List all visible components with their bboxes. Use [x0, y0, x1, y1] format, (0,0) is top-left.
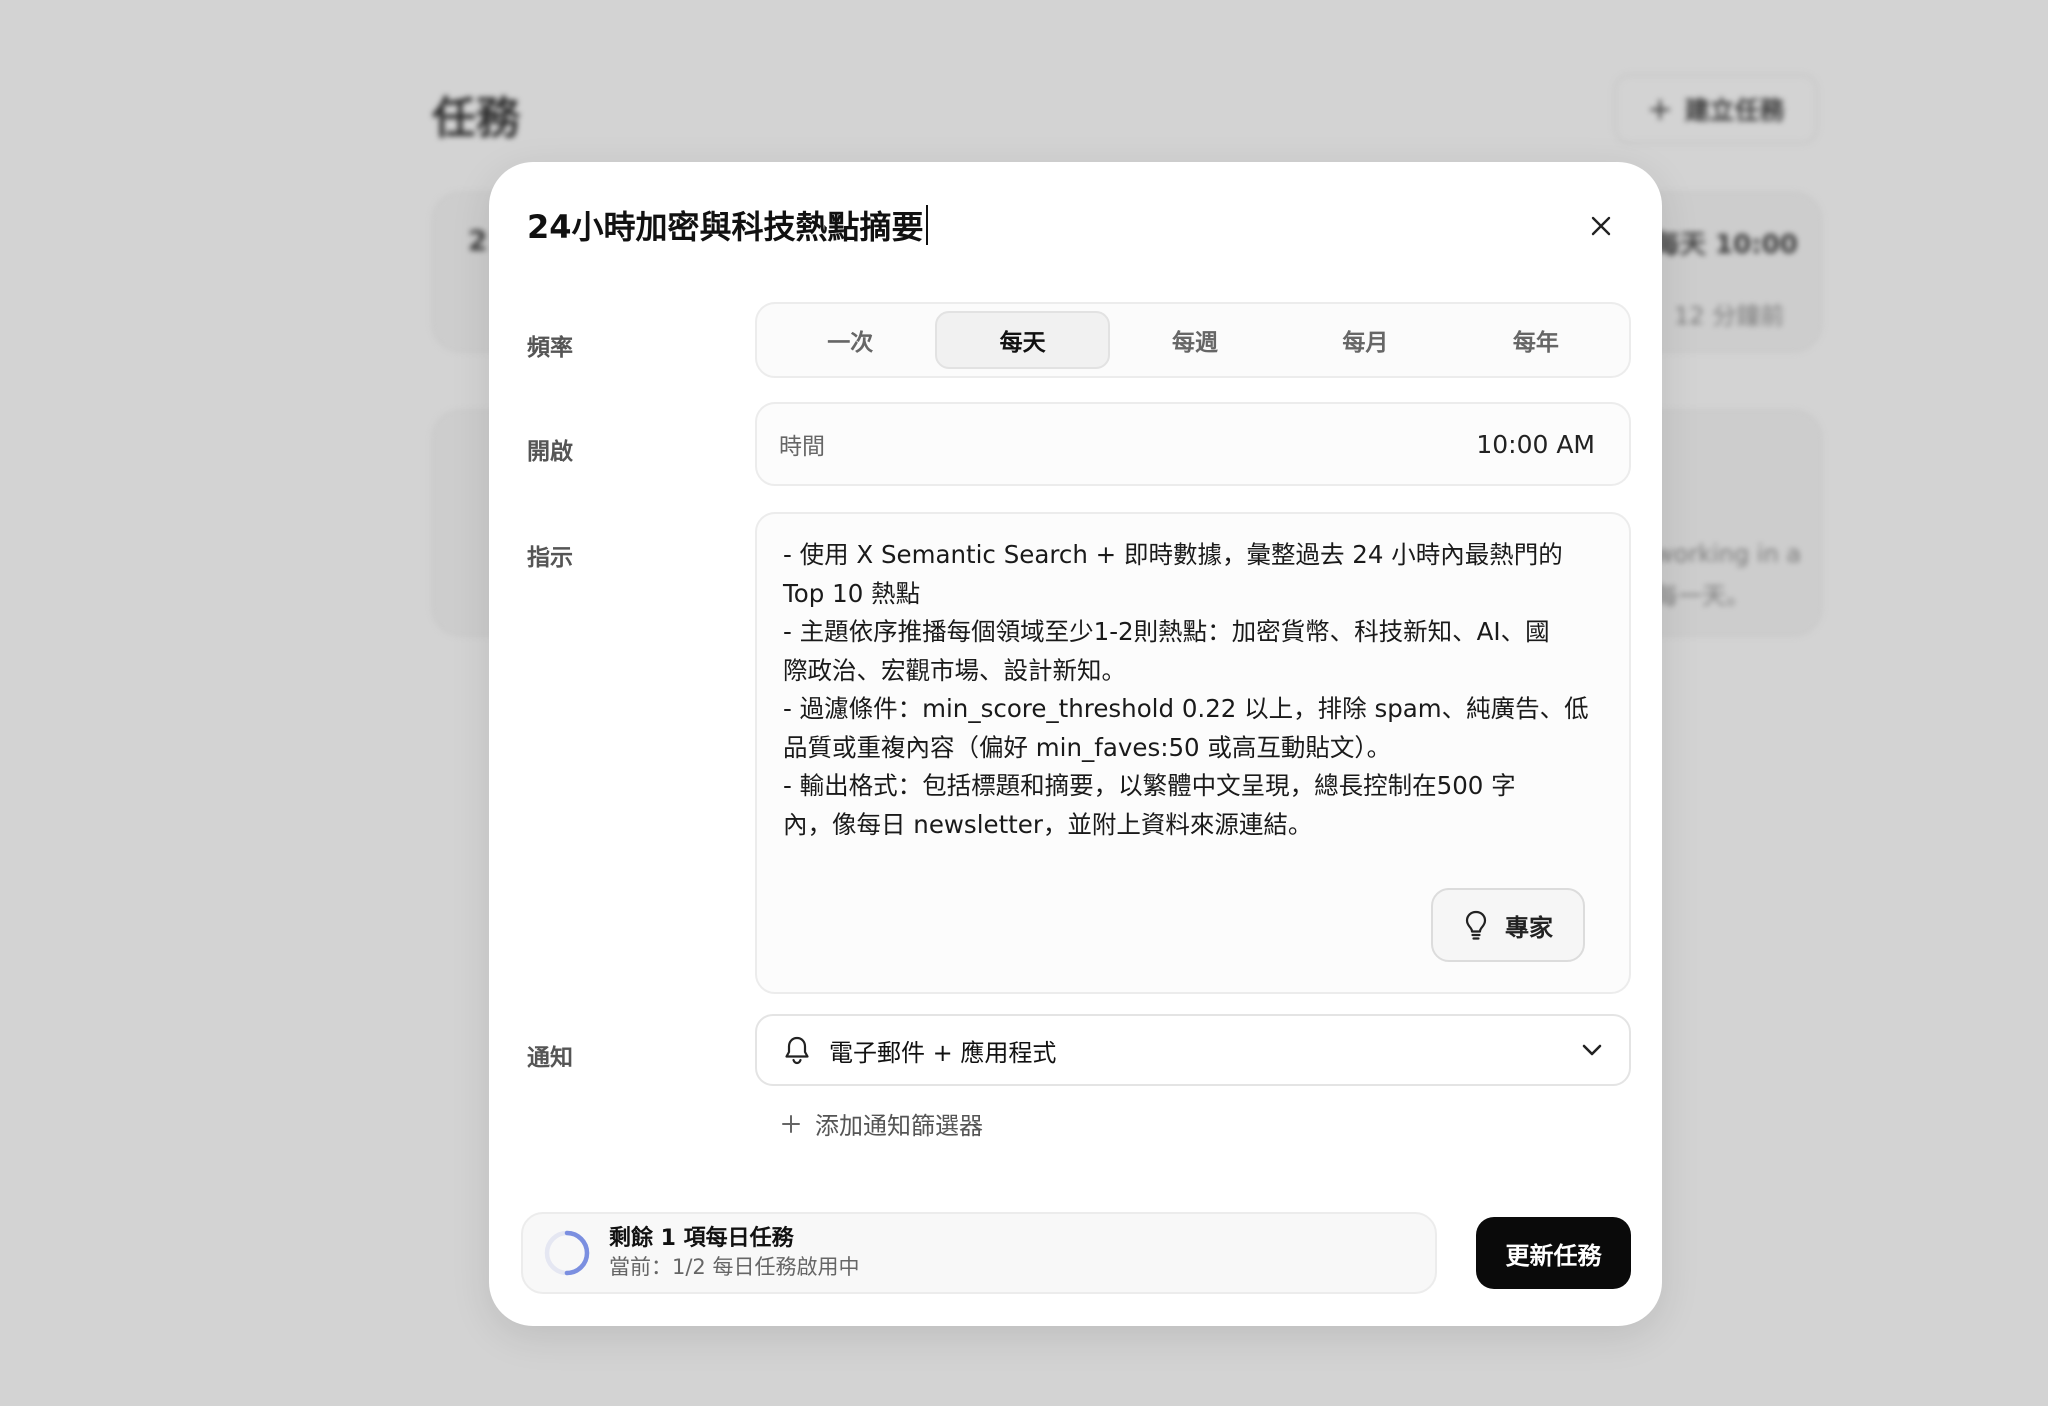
task-title-input[interactable]: 24小時加密與科技熱點摘要 — [527, 202, 928, 248]
frequency-option-monthly[interactable]: 每月 — [1280, 311, 1450, 369]
chevron-down-icon — [1582, 1044, 1602, 1056]
edit-task-modal: 24小時加密與科技熱點摘要 頻率 一次 每天 每週 每月 每年 開啟 時間 10… — [489, 162, 1662, 1326]
text-caret — [925, 205, 928, 245]
instruction-line: 際政治、宏觀市場、設計新知。 — [783, 655, 1126, 685]
instruction-line: Top 10 熱點 — [783, 578, 921, 608]
frequency-option-yearly[interactable]: 每年 — [1451, 311, 1621, 369]
notification-select[interactable]: 電子郵件 + 應用程式 — [755, 1014, 1631, 1086]
close-button[interactable] — [1581, 206, 1621, 246]
add-notification-filter-button[interactable]: 添加通知篩選器 — [781, 1106, 983, 1141]
task-card-schedule: 每天 10:00 — [1654, 230, 1798, 260]
schedule-label: 開啟 — [527, 439, 573, 465]
notification-label: 通知 — [527, 1045, 573, 1071]
expert-button-label: 專家 — [1505, 913, 1553, 942]
update-task-button[interactable]: 更新任務 — [1476, 1217, 1631, 1289]
task-card-meta: 12 分鐘前 — [1674, 302, 1785, 330]
info-card-text: 每一天。 — [1654, 582, 1750, 610]
instruction-line: - 輸出格式：包括標題和摘要，以繁體中文呈現，總長控制在500 字 — [783, 771, 1516, 800]
instruction-line: - 使用 X Semantic Search + 即時數據，彙整過去 24 小時… — [783, 540, 1563, 569]
instruction-line: 內，像每日 newsletter，並附上資料來源連結。 — [783, 809, 1313, 839]
task-card-title: 2 — [468, 224, 488, 257]
frequency-label: 頻率 — [527, 335, 573, 361]
time-value: 10:00 AM — [1476, 429, 1595, 459]
quota-text: 剩餘 1 項每日任務 當前：1/2 每日任務啟用中 — [609, 1225, 859, 1281]
close-icon — [1591, 216, 1611, 236]
progress-ring-icon — [544, 1230, 590, 1276]
notification-selected-value: 電子郵件 + 應用程式 — [829, 1038, 1057, 1067]
plus-icon — [782, 1114, 800, 1133]
instruction-line: - 過濾條件：min_score_threshold 0.22 以上，排除 sp… — [783, 694, 1589, 723]
bell-icon — [785, 1036, 809, 1065]
frequency-selector: 一次 每天 每週 每月 每年 — [755, 302, 1631, 378]
instruction-line: - 主題依序推播每個領域至少1-2則熱點：加密貨幣、科技新知、AI、國 — [783, 617, 1550, 646]
lightbulb-icon — [1465, 910, 1487, 940]
instructions-label: 指示 — [527, 545, 573, 571]
frequency-option-daily[interactable]: 每天 — [935, 311, 1110, 369]
info-card-text: working in a — [1654, 540, 1802, 568]
add-filter-label: 添加通知篩選器 — [815, 1112, 983, 1140]
instructions-text: - 使用 X Semantic Search + 即時數據，彙整過去 24 小時… — [783, 536, 1613, 844]
create-task-button: ＋ 建立任務 — [1614, 74, 1818, 144]
task-title-text: 24小時加密與科技熱點摘要 — [527, 208, 924, 246]
expert-button[interactable]: 專家 — [1431, 888, 1585, 962]
instructions-textarea[interactable]: - 使用 X Semantic Search + 即時數據，彙整過去 24 小時… — [755, 512, 1631, 994]
quota-title: 剩餘 1 項每日任務 — [609, 1226, 794, 1251]
create-task-label: 建立任務 — [1684, 96, 1785, 125]
instruction-line: 品質或重複內容（偏好 min_faves:50 或高互動貼文）。 — [783, 732, 1392, 762]
quota-subtitle: 當前：1/2 每日任務啟用中 — [609, 1255, 860, 1279]
frequency-option-weekly[interactable]: 每週 — [1110, 311, 1280, 369]
plus-icon: ＋ — [1647, 96, 1673, 125]
time-label: 時間 — [779, 434, 825, 460]
daily-task-quota: 剩餘 1 項每日任務 當前：1/2 每日任務啟用中 — [521, 1212, 1437, 1294]
time-picker[interactable]: 時間 10:00 AM — [755, 402, 1631, 486]
page-title: 任務 — [432, 93, 520, 144]
frequency-option-once[interactable]: 一次 — [765, 311, 935, 369]
